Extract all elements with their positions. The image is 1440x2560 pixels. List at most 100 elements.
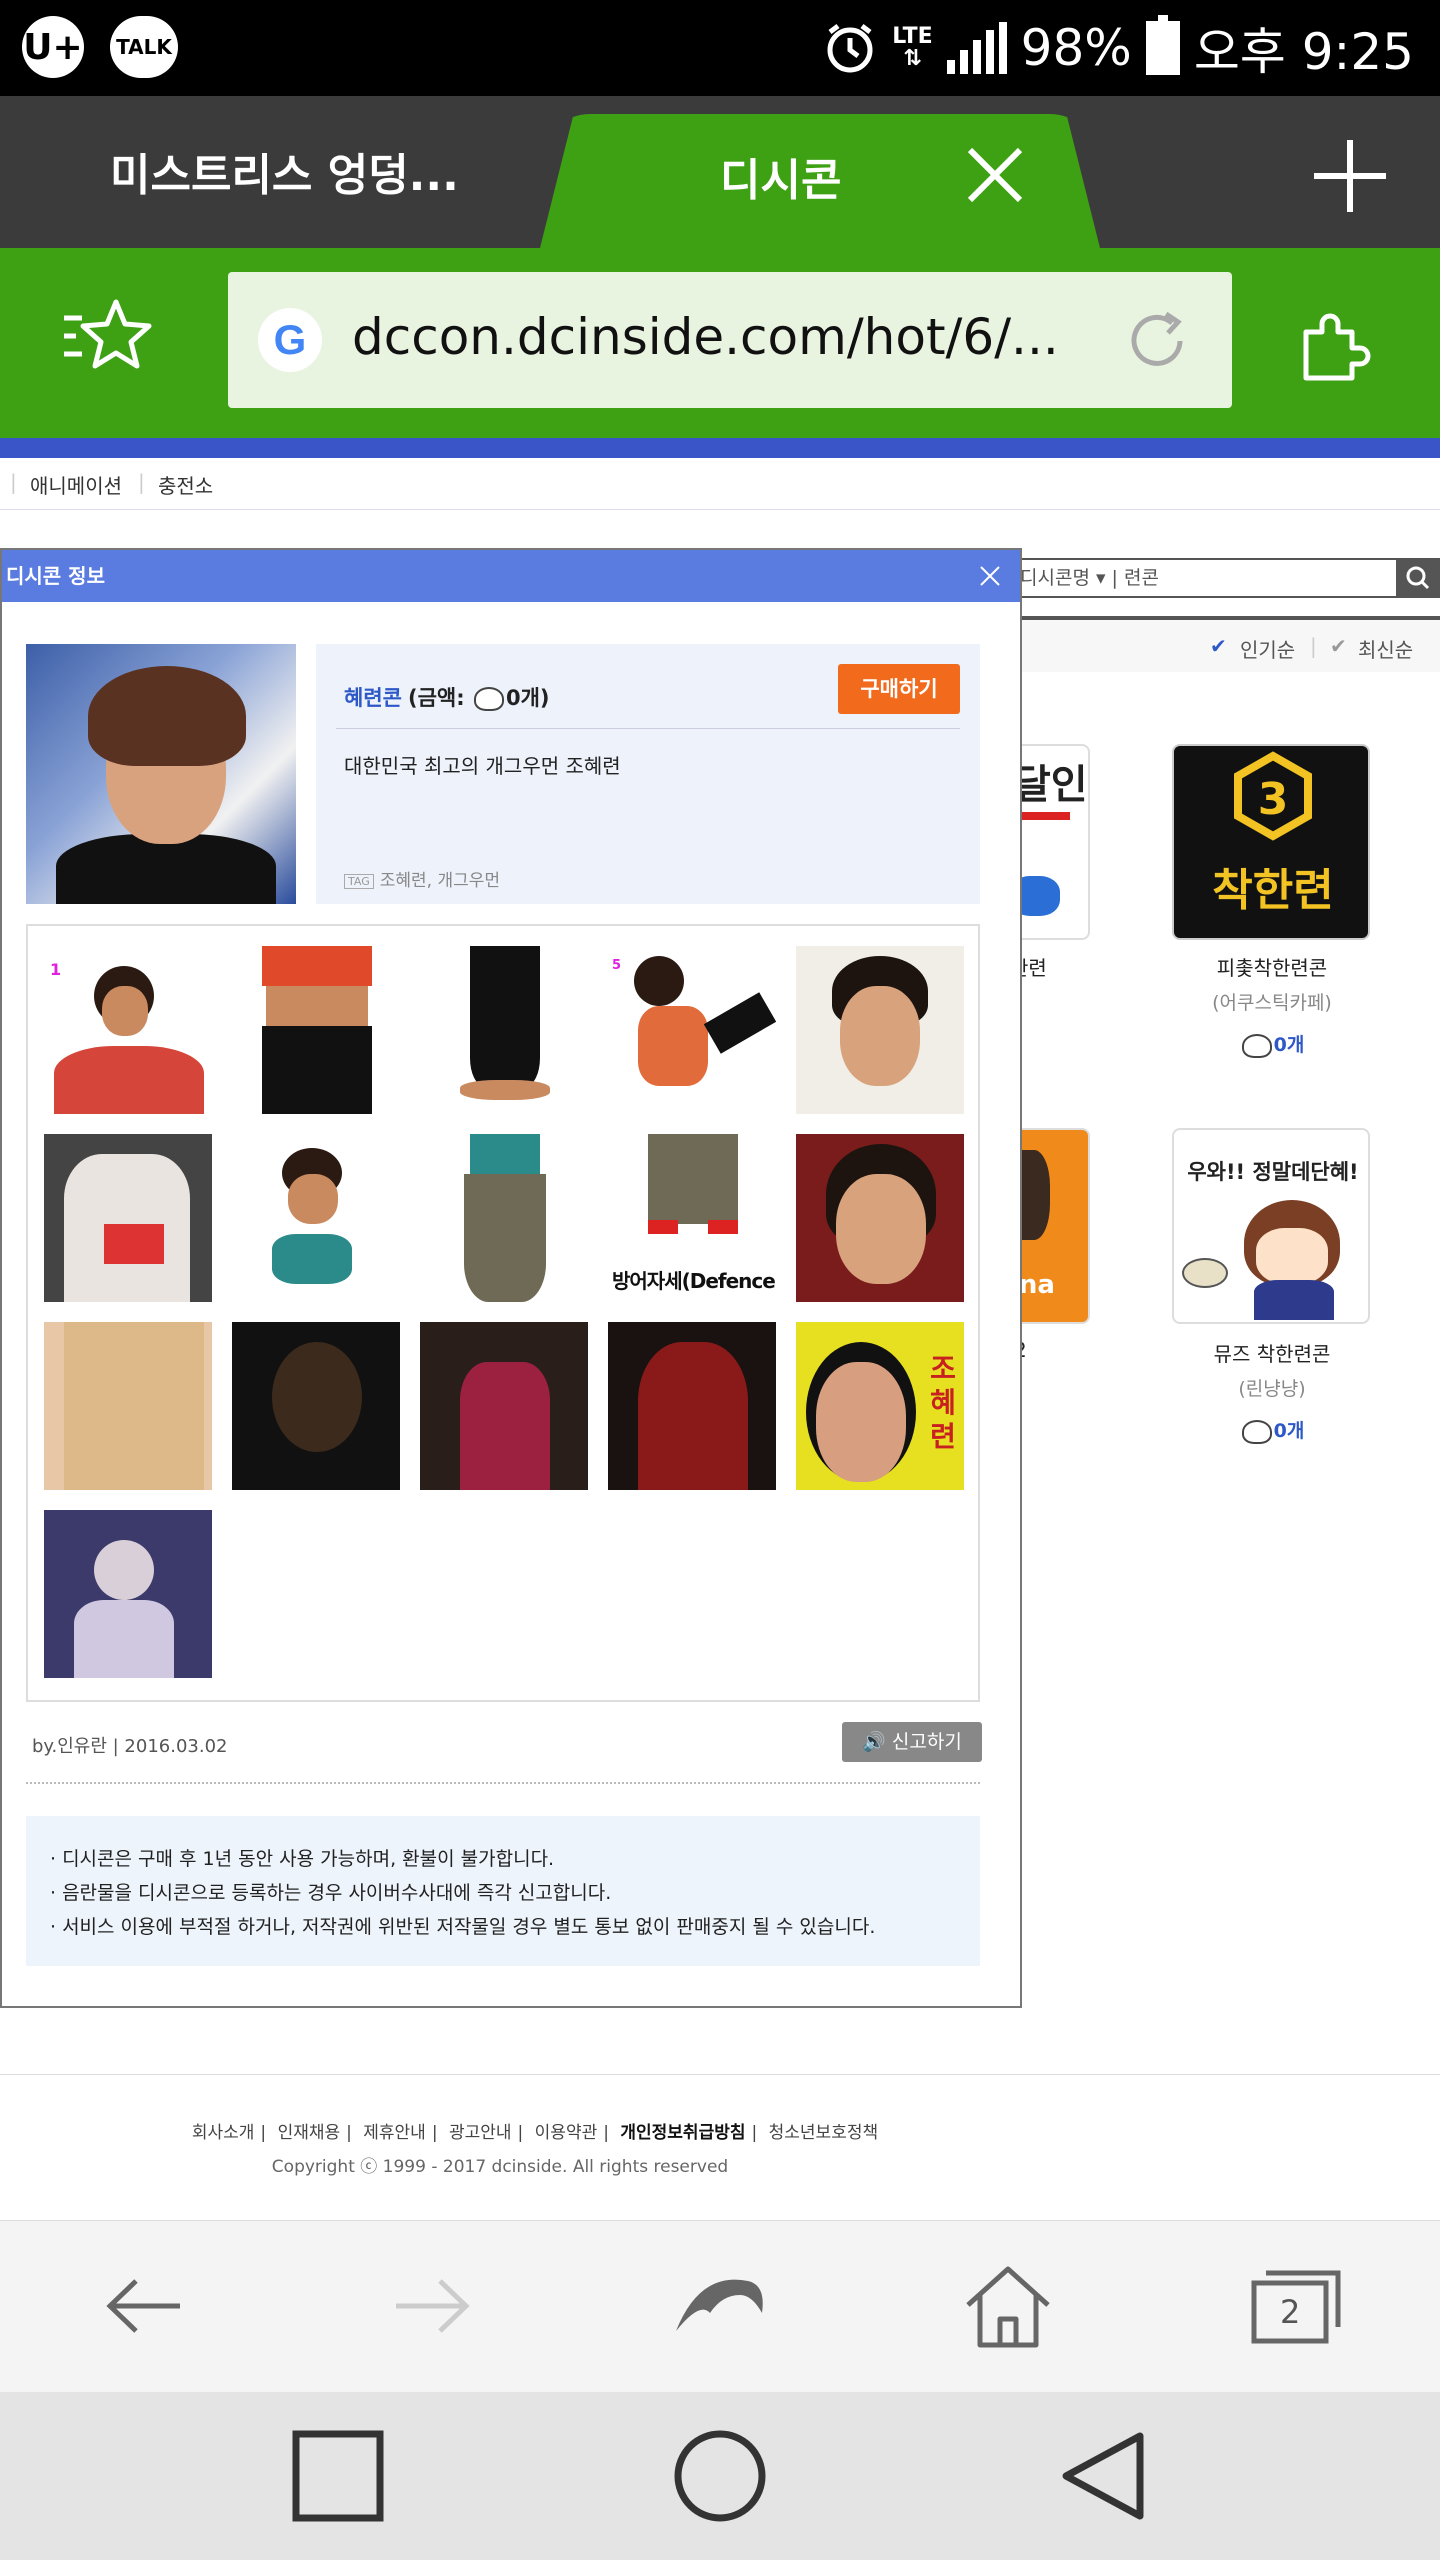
- search-input[interactable]: 디시콘명 ▾ | 련콘: [1010, 558, 1398, 598]
- card-price: 0개: [1152, 1030, 1392, 1058]
- forward-arrow-icon[interactable]: [382, 2261, 482, 2351]
- dccon-item-8[interactable]: [420, 1134, 588, 1302]
- tag-badge: TAG: [344, 873, 374, 889]
- site-nav: | 애니메이션 | 충전소: [0, 458, 1440, 510]
- copyright: Copyright ⓒ 1999 - 2017 dcinside. All ri…: [271, 2157, 729, 2177]
- dccon-card-2[interactable]: 우와!! 정말데단혜!: [1172, 1128, 1370, 1324]
- dccon-main-image: [26, 644, 296, 904]
- speaker-icon: 🔊: [862, 1731, 886, 1753]
- dccon-item-1[interactable]: 1: [44, 946, 212, 1114]
- svg-text:3: 3: [1258, 774, 1289, 825]
- tabs-switcher[interactable]: 2: [1246, 2261, 1346, 2351]
- dccon-card-partial-2[interactable]: ina: [1010, 1128, 1090, 1324]
- dccon-item-2[interactable]: [232, 946, 400, 1114]
- kakaotalk-icon: TALK: [110, 16, 178, 78]
- notice-line: · 디시콘은 구매 후 1년 동안 사용 가능하며, 환불이 불가합니다.: [50, 1848, 555, 1870]
- uplus-app-icon: U+: [22, 16, 84, 78]
- notice-line: · 서비스 이용에 부적절 하거나, 저작권에 위반된 저작물일 경우 별도 통…: [50, 1916, 876, 1938]
- dccon-name[interactable]: 혜련콘: [344, 682, 402, 712]
- footer-link[interactable]: 회사소개: [192, 2123, 255, 2143]
- footer-link[interactable]: 제휴안내: [363, 2123, 426, 2143]
- dccon-item-16[interactable]: [44, 1510, 212, 1678]
- dccon-card-1[interactable]: 3 착한련: [1172, 744, 1370, 940]
- tab-active-label: 디시콘: [720, 155, 842, 206]
- dccon-item-5[interactable]: [796, 946, 964, 1114]
- nav-animation[interactable]: 애니메이션: [30, 470, 122, 499]
- sort-bar: ✔ 인기순 | ✔ 최신순: [1000, 616, 1440, 672]
- modal-title: 디시콘 정보: [2, 550, 1020, 602]
- buy-button[interactable]: 구매하기: [838, 664, 960, 714]
- recent-apps-icon[interactable]: [288, 2426, 388, 2526]
- card-image-text: 달인: [1014, 762, 1088, 808]
- browser-toolbar: 2: [0, 2220, 1440, 2392]
- notice-box: · 디시콘은 구매 후 1년 동안 사용 가능하며, 환불이 불가합니다. · …: [26, 1816, 980, 1966]
- footer-links: 회사소개 | 인재채용 | 제휴안내 | 광고안내 | 이용약관 | 개인정보취급방침 | …: [191, 2123, 879, 2143]
- dolphin-icon[interactable]: [670, 2261, 770, 2351]
- item-caption: 방어자세(Defence): [612, 1269, 776, 1293]
- dccon-price: (금액: 0개): [408, 686, 550, 711]
- coin-icon: [1241, 1419, 1272, 1444]
- item-number: 1: [50, 960, 62, 979]
- extension-puzzle-icon[interactable]: [1296, 308, 1372, 384]
- search-query: 련콘: [1123, 567, 1159, 589]
- back-triangle-icon[interactable]: [1052, 2426, 1152, 2526]
- footer-link[interactable]: 이용약관: [535, 2123, 598, 2143]
- sort-latest[interactable]: 최신순: [1358, 634, 1413, 663]
- card-title[interactable]: 뮤즈 착한련콘: [1152, 1338, 1392, 1367]
- dccon-item-12[interactable]: [232, 1322, 400, 1490]
- dccon-item-3[interactable]: [420, 946, 588, 1114]
- dccon-item-4[interactable]: 5: [608, 946, 776, 1114]
- check-icon: ✔: [1210, 634, 1227, 658]
- search-button[interactable]: [1396, 558, 1440, 598]
- bookmark-star-icon[interactable]: [58, 288, 158, 388]
- dccon-item-13[interactable]: [420, 1322, 588, 1490]
- tab-count: 2: [1280, 2293, 1301, 2331]
- status-indicators: LTE ⇅ 98% 오후 9:25: [822, 12, 1414, 84]
- dccon-tags: TAG 조혜련, 개그우먼: [344, 866, 500, 891]
- home-circle-icon[interactable]: [670, 2426, 770, 2526]
- dccon-item-14[interactable]: [608, 1322, 776, 1490]
- sort-popular[interactable]: 인기순: [1240, 634, 1295, 663]
- dccon-description: 대한민국 최고의 개그우먼 조혜련: [344, 754, 621, 778]
- clock: 오후 9:25: [1193, 23, 1414, 81]
- item-number: 5: [612, 958, 622, 973]
- tab-mistress[interactable]: 미스트리스 엉덩...: [40, 136, 520, 216]
- new-tab-icon[interactable]: [1310, 136, 1390, 216]
- search-scope[interactable]: 디시콘명: [1020, 567, 1090, 589]
- reload-icon[interactable]: [1122, 306, 1192, 376]
- card-author: (어쿠스틱카페): [1212, 992, 1332, 1014]
- footer-link[interactable]: 광고안내: [449, 2123, 512, 2143]
- footer-link[interactable]: 인재채용: [278, 2123, 341, 2143]
- dccon-item-7[interactable]: [232, 1134, 400, 1302]
- close-tab-icon[interactable]: [960, 140, 1030, 210]
- address-field[interactable]: G dccon.dcinside.com/hot/6/...: [228, 272, 1232, 408]
- home-icon[interactable]: [958, 2261, 1058, 2351]
- report-button[interactable]: 🔊 신고하기: [842, 1722, 982, 1762]
- dccon-item-15[interactable]: 조혜련: [796, 1322, 964, 1490]
- dccon-item-11[interactable]: [44, 1322, 212, 1490]
- dccon-item-9[interactable]: 방어자세(Defence): [608, 1134, 776, 1302]
- check-icon-2: ✔: [1330, 634, 1347, 658]
- coin-icon: [1241, 1033, 1272, 1058]
- footer-link[interactable]: 개인정보취급방침: [620, 2123, 745, 2143]
- footer-link[interactable]: 청소년보호정책: [769, 2123, 878, 2143]
- tab-dccon[interactable]: 디시콘: [540, 114, 1100, 248]
- close-icon[interactable]: [978, 564, 1002, 588]
- google-icon: G: [258, 308, 322, 372]
- battery-icon: [1145, 15, 1180, 75]
- card-author: (린냥냥): [1238, 1378, 1306, 1400]
- dccon-item-6[interactable]: [44, 1134, 212, 1302]
- nav-charge[interactable]: 충전소: [158, 470, 213, 499]
- dccon-info-box: 혜련콘 (금액: 0개) 구매하기 대한민국 최고의 개그우먼 조혜련 TAG 조…: [316, 644, 980, 904]
- back-arrow-icon[interactable]: [94, 2261, 194, 2351]
- dccon-item-10[interactable]: [796, 1134, 964, 1302]
- dccon-card-partial-1[interactable]: 달인: [1010, 744, 1090, 940]
- divider: [336, 728, 960, 729]
- url-bar: G dccon.dcinside.com/hot/6/...: [0, 248, 1440, 438]
- card-title[interactable]: 피촟착한련콘: [1152, 952, 1392, 981]
- android-nav-bar: [0, 2392, 1440, 2560]
- item-vertical-text: 조혜련: [930, 1352, 956, 1453]
- browser-tab-bar: 미스트리스 엉덩... 디시콘: [0, 96, 1440, 248]
- dccon-author: by.인유란 | 2016.03.02: [32, 1736, 228, 1757]
- search-icon: [1406, 566, 1430, 590]
